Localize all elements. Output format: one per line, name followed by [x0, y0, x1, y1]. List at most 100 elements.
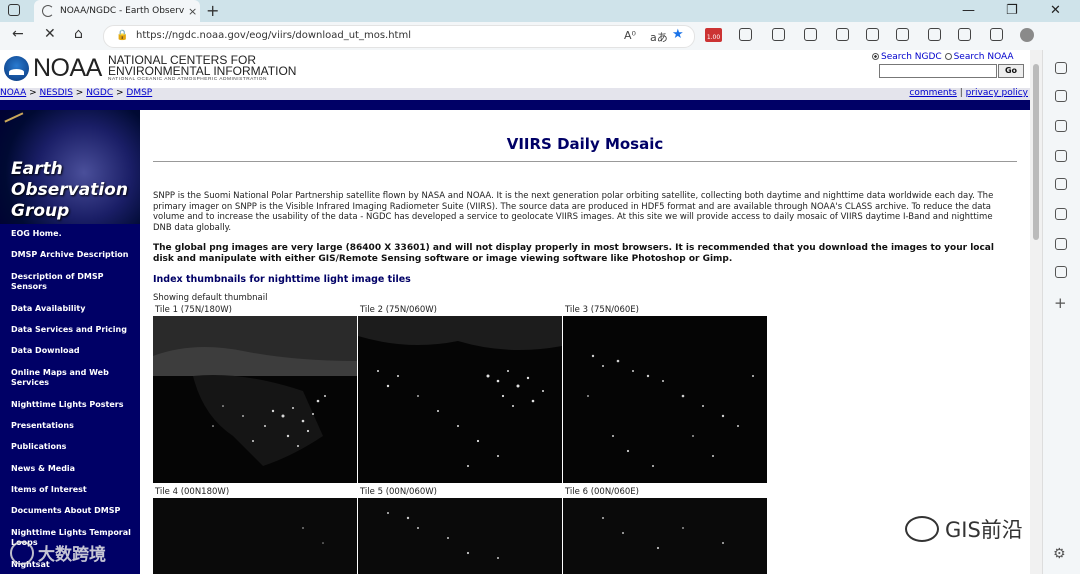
screenshot-icon[interactable] [928, 28, 941, 41]
sidebar-item-news-media[interactable]: News & Media [11, 464, 75, 474]
history-icon[interactable] [866, 28, 879, 41]
sidebar-settings-icon[interactable]: ⚙ [1053, 546, 1066, 562]
url-text[interactable]: https://ngdc.noaa.gov/eog/viirs/download… [136, 30, 411, 41]
maximize-icon[interactable]: ❐ [1006, 3, 1018, 18]
copilot-icon[interactable] [990, 28, 1003, 41]
sidebar-item-data-download[interactable]: Data Download [11, 346, 80, 356]
outlook-icon[interactable] [1055, 208, 1067, 220]
go-button[interactable]: Go [998, 64, 1024, 78]
comments-link[interactable]: comments [909, 88, 956, 98]
tab-title: NOAA/NGDC - Earth Observation [60, 6, 184, 16]
breadcrumb: NOAA > NESDIS > NGDC > DMSP [0, 88, 152, 98]
tile-2[interactable]: Tile 2 (75N/060W) [358, 305, 562, 487]
hero-title-line: Observation [11, 180, 128, 200]
sidebar-item-documents[interactable]: Documents About DMSP [11, 506, 120, 516]
translate-icon[interactable]: aあ [650, 29, 668, 45]
tile-4-thumbnail[interactable] [153, 498, 357, 574]
breadcrumb-separator: > [26, 88, 40, 98]
noaa-logo-text[interactable]: NOAA [33, 54, 102, 83]
tile-2-thumbnail[interactable] [358, 316, 562, 483]
extension-icon[interactable] [739, 28, 752, 41]
tile-6-thumbnail[interactable] [563, 498, 767, 574]
browser-tab[interactable]: NOAA/NGDC - Earth Observation × [34, 0, 200, 22]
scrollbar-thumb[interactable] [1033, 64, 1039, 240]
link-separator: | [956, 88, 966, 98]
favorite-star-icon[interactable]: ★ [672, 27, 684, 42]
tile-label: Tile 5 (00N/060W) [360, 487, 437, 497]
notification-icon[interactable] [1055, 266, 1067, 278]
sidebar-item-posters[interactable]: Nighttime Lights Posters [11, 400, 124, 410]
toolbox-icon[interactable] [1055, 120, 1067, 132]
tile-6[interactable]: Tile 6 (00N/060E) [563, 487, 767, 574]
tab-strip: NOAA/NGDC - Earth Observation × + — ❐ ✕ [0, 0, 1080, 22]
tile-label: Tile 3 (75N/060E) [565, 305, 639, 315]
tile-3[interactable]: Tile 3 (75N/060E) [563, 305, 767, 487]
split-screen-icon[interactable] [772, 28, 785, 41]
noaa-logo-icon[interactable] [4, 56, 29, 81]
new-tab-icon[interactable]: + [206, 1, 219, 20]
tile-3-thumbnail[interactable] [563, 316, 767, 483]
breadcrumb-dmsp[interactable]: DMSP [126, 88, 152, 98]
page-scrollbar[interactable] [1030, 50, 1042, 574]
sidebar-item-publications[interactable]: Publications [11, 442, 66, 452]
watermark-dskj-text: 大数跨境 [38, 545, 106, 565]
ncei-subtitle: NATIONAL OCEANIC AND ATMOSPHERIC ADMINIS… [108, 77, 267, 82]
minimize-icon[interactable]: — [962, 3, 975, 18]
sidebar-item-data-availability[interactable]: Data Availability [11, 304, 85, 314]
sidebar-item-archive-description[interactable]: DMSP Archive Description [11, 250, 129, 260]
breadcrumb-nesdis[interactable]: NESDIS [40, 88, 73, 98]
watermark-gis: GIS前沿 [905, 514, 1023, 544]
shopping-tag-icon[interactable] [1055, 90, 1067, 102]
search-ngdc-label[interactable]: Search NGDC [881, 52, 942, 62]
search-input[interactable] [879, 64, 997, 78]
privacy-policy-link[interactable]: privacy policy [966, 88, 1028, 98]
sidebar: Earth Observation Group EOG Home. DMSP A… [0, 110, 140, 574]
back-icon[interactable]: ← [12, 26, 24, 42]
lock-icon[interactable]: 🔒 [116, 30, 128, 41]
tile-4[interactable]: Tile 4 (00N180W) [153, 487, 357, 574]
sidebar-item-data-services[interactable]: Data Services and Pricing [11, 325, 127, 335]
close-window-icon[interactable]: ✕ [1050, 3, 1061, 18]
search-noaa-label[interactable]: Search NOAA [954, 52, 1014, 62]
profile-avatar-icon[interactable] [1020, 28, 1034, 42]
extension-badge-icon[interactable]: 1.00 [705, 28, 722, 42]
collections-icon[interactable] [836, 28, 849, 41]
sidebar-item-online-maps[interactable]: Online Maps and Web Services [11, 368, 139, 388]
search-noaa-radio[interactable] [944, 53, 952, 60]
breadcrumb-separator: > [72, 88, 87, 98]
tile-5-thumbnail[interactable] [358, 498, 562, 574]
read-aloud-icon[interactable]: A⁰ [624, 29, 636, 42]
web-page: NOAA NATIONAL CENTERS FOR ENVIRONMENTAL … [0, 50, 1030, 574]
browser-essentials-icon[interactable] [958, 28, 971, 41]
add-sidebar-app-icon[interactable]: + [1054, 294, 1067, 312]
hero-title-line: Group [11, 201, 70, 221]
tile-1[interactable]: Tile 1 (75N/180W) [153, 305, 357, 487]
tile-1-thumbnail[interactable] [153, 316, 357, 483]
watermark-gis-text: GIS前沿 [945, 518, 1023, 542]
watermark-dskj: 大数跨境 [10, 540, 106, 565]
address-bar[interactable]: 🔒 https://ngdc.noaa.gov/eog/viirs/downlo… [103, 25, 695, 48]
stop-loading-icon[interactable]: ✕ [44, 26, 56, 42]
sidebar-item-items-of-interest[interactable]: Items of Interest [11, 485, 87, 495]
search-ngdc-radio[interactable] [872, 53, 879, 60]
home-icon[interactable]: ⌂ [74, 26, 83, 42]
tab-actions-icon[interactable] [8, 4, 20, 16]
satellite-icon [4, 112, 28, 132]
games-icon[interactable] [1055, 150, 1067, 162]
tab-close-icon[interactable]: × [188, 5, 197, 18]
search-sidebar-icon[interactable] [1055, 62, 1067, 74]
drop-icon[interactable] [1055, 238, 1067, 250]
ncei-title-line2: ENVIRONMENTAL INFORMATION [108, 64, 297, 78]
breadcrumb-noaa[interactable]: NOAA [0, 88, 26, 98]
sidebar-item-sensors[interactable]: Description of DMSP Sensors [11, 272, 139, 292]
sidebar-item-presentations[interactable]: Presentations [11, 421, 74, 431]
index-thumbnails-link[interactable]: Index thumbnails for nighttime light ima… [153, 274, 411, 285]
sidebar-item-eog-home[interactable]: EOG Home. [11, 229, 62, 239]
breadcrumb-ngdc[interactable]: NGDC [86, 88, 113, 98]
video-icon[interactable] [1055, 178, 1067, 190]
favorites-icon[interactable] [804, 28, 817, 41]
hero-title-line: Earth [11, 159, 63, 179]
tile-5[interactable]: Tile 5 (00N/060W) [358, 487, 562, 574]
top-links: comments | privacy policy [909, 88, 1028, 98]
downloads-icon[interactable] [896, 28, 909, 41]
